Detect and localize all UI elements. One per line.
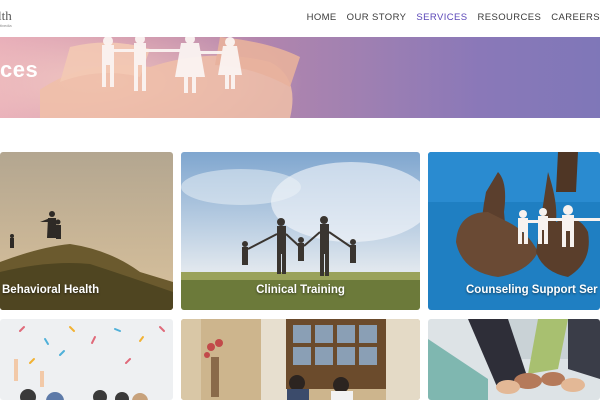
site-header: lth stivedia HOME OUR STORY SERVICES RES… [0, 0, 600, 37]
page-title: ces [0, 57, 39, 82]
site-logo[interactable]: lth stivedia [0, 8, 18, 30]
nav-home[interactable]: HOME [307, 12, 337, 23]
team-hands-image [428, 319, 600, 400]
service-card-behavioral-health[interactable]: Behavioral Health [0, 152, 173, 310]
service-card-5[interactable] [181, 319, 420, 400]
therapy-room-image [181, 319, 420, 400]
card-title: Counseling Support Ser [466, 284, 598, 296]
hero-banner: ces [0, 37, 600, 118]
service-card-counseling-support[interactable]: Counseling Support Ser [428, 152, 600, 310]
logo-subtext: stivedia [0, 23, 12, 28]
celebration-confetti-image [0, 319, 173, 400]
service-card-4[interactable] [0, 319, 173, 400]
card-title: Behavioral Health [2, 284, 100, 296]
nav-resources[interactable]: RESOURCES [477, 12, 541, 23]
service-card-clinical-training[interactable]: Clinical Training [181, 152, 420, 310]
nav-our-story[interactable]: OUR STORY [347, 12, 407, 23]
card-title: Clinical Training [256, 284, 345, 296]
nav-careers[interactable]: CAREERS [551, 12, 600, 23]
nav-services[interactable]: SERVICES [416, 12, 467, 23]
service-card-6[interactable] [428, 319, 600, 400]
main-nav: HOME OUR STORY SERVICES RESOURCES CAREER… [307, 12, 600, 23]
logo-text: lth [0, 8, 12, 23]
hands-paper-family-image [40, 37, 300, 118]
